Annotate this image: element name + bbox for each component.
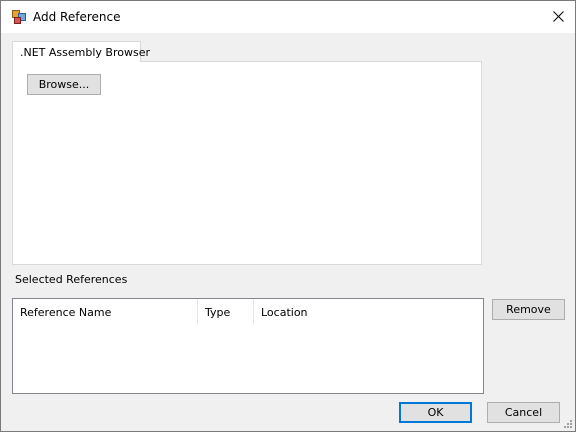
add-reference-app-icon bbox=[12, 10, 26, 24]
tab-label: .NET Assembly Browser bbox=[20, 46, 150, 59]
tab-net-assembly-browser[interactable]: .NET Assembly Browser bbox=[12, 41, 150, 62]
ok-button[interactable]: OK bbox=[399, 402, 472, 423]
selected-references-list[interactable]: Reference Name Type Location bbox=[12, 298, 484, 394]
assembly-browser-panel: Browse... bbox=[12, 61, 482, 265]
title-bar[interactable]: Add Reference bbox=[1, 1, 575, 33]
remove-button-label: Remove bbox=[506, 303, 551, 316]
cancel-button[interactable]: Cancel bbox=[487, 402, 560, 423]
window-title: Add Reference bbox=[33, 10, 121, 24]
column-header-location[interactable]: Location bbox=[254, 299, 483, 325]
close-button[interactable] bbox=[541, 2, 575, 32]
browse-button-label: Browse... bbox=[38, 78, 90, 91]
column-header-type[interactable]: Type bbox=[198, 299, 254, 325]
browse-button[interactable]: Browse... bbox=[27, 74, 101, 95]
close-icon bbox=[553, 11, 564, 22]
remove-button[interactable]: Remove bbox=[492, 299, 565, 320]
column-header-reference-name[interactable]: Reference Name bbox=[13, 299, 198, 325]
ok-button-label: OK bbox=[427, 406, 444, 419]
resize-grip-icon[interactable] bbox=[561, 417, 573, 429]
cancel-button-label: Cancel bbox=[504, 406, 543, 419]
selected-references-label: Selected References bbox=[15, 273, 128, 286]
add-reference-dialog: Add Reference .NET Assembly Browser Brow… bbox=[0, 0, 576, 432]
